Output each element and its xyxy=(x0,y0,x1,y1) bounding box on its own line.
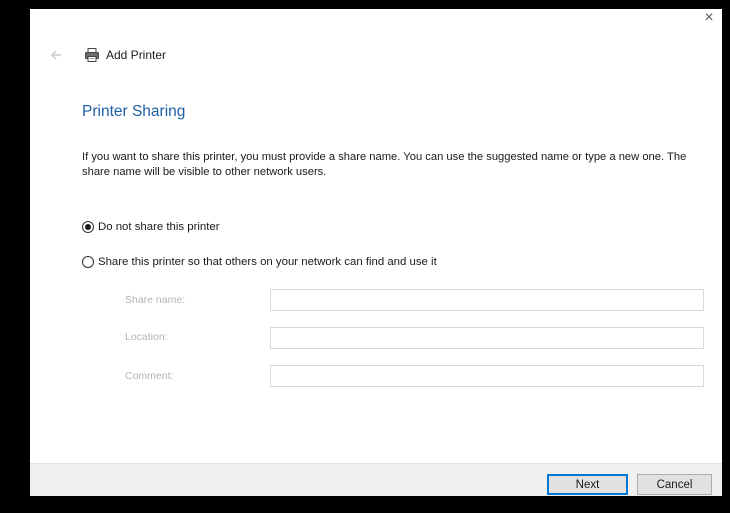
add-printer-dialog: × Add Printer Printer Sharing If you wan… xyxy=(30,9,722,496)
comment-label: Comment: xyxy=(125,370,174,382)
cancel-button[interactable]: Cancel xyxy=(637,474,712,495)
dialog-header: Add Printer xyxy=(84,46,166,64)
comment-input[interactable] xyxy=(270,365,704,387)
next-button[interactable]: Next xyxy=(547,474,628,495)
dialog-title: Add Printer xyxy=(106,48,167,62)
location-label: Location: xyxy=(125,331,168,343)
radio-button-selected[interactable] xyxy=(82,221,94,233)
radio-label: Do not share this printer xyxy=(98,221,220,233)
radio-share-printer[interactable]: Share this printer so that others on you… xyxy=(82,256,437,268)
share-name-label: Share name: xyxy=(125,294,186,306)
page-title: Printer Sharing xyxy=(82,103,186,120)
radio-button[interactable] xyxy=(82,256,94,268)
radio-label: Share this printer so that others on you… xyxy=(98,256,437,268)
back-arrow-icon[interactable] xyxy=(48,47,64,63)
share-name-input[interactable] xyxy=(270,289,704,311)
dialog-footer: Next Cancel xyxy=(30,463,722,496)
close-icon[interactable]: × xyxy=(698,9,720,27)
location-input[interactable] xyxy=(270,327,704,349)
printer-icon xyxy=(84,47,100,63)
page-description: If you want to share this printer, you m… xyxy=(82,151,687,178)
radio-do-not-share[interactable]: Do not share this printer xyxy=(82,221,220,233)
